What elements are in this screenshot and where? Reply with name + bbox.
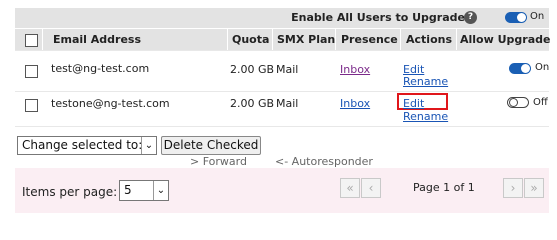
change-selected-label: Change selected to: [22,138,143,152]
rename-link[interactable]: Rename [403,75,448,88]
change-selected-dropdown[interactable]: Change selected to: ⌄ [17,136,157,155]
row-checkbox[interactable] [25,99,38,112]
enable-all-upgrade-toggle[interactable] [505,12,527,23]
items-per-page-label: Items per page: [22,185,118,199]
allow-upgrade-label: On [535,62,550,73]
col-smx-plan[interactable]: SMX Plan [277,33,335,46]
edit-link[interactable]: Edit [403,97,424,110]
quota-cell: 2.00 GB [230,63,275,76]
items-per-page-value: 5 [124,183,132,197]
email-cell: test@ng-test.com [51,62,150,75]
enable-upgrade-label: Enable All Users to Upgrade [291,11,465,24]
plan-cell: Mail [276,97,299,110]
help-icon[interactable]: ? [464,11,477,24]
col-email[interactable]: Email Address [53,33,141,46]
allow-upgrade-toggle[interactable] [509,63,531,74]
col-quota[interactable]: Quota [232,33,269,46]
allow-upgrade-toggle[interactable] [507,97,529,108]
first-page-button[interactable]: « [340,178,360,198]
plan-cell: Mail [276,63,299,76]
last-page-button[interactable]: » [524,178,544,198]
forward-note: > Forward [190,155,247,168]
row-checkbox[interactable] [25,65,38,78]
enable-all-toggle-label: On [530,11,545,22]
quota-cell: 2.00 GB [230,97,275,110]
prev-page-button[interactable]: ‹ [361,178,381,198]
select-all-checkbox[interactable] [25,34,38,47]
items-per-page-select[interactable]: 5 ⌄ [119,180,169,201]
allow-upgrade-label: Off [533,97,548,108]
col-actions: Actions [406,33,452,46]
next-page-button[interactable]: › [503,178,523,198]
autoresponder-note: <- Autoresponder [275,155,373,168]
rename-link[interactable]: Rename [403,110,448,123]
page-info: Page 1 of 1 [413,181,475,194]
col-presence: Presence [341,33,398,46]
chevron-down-icon: ⌄ [141,137,156,154]
chevron-down-icon: ⌄ [153,181,168,200]
inbox-link[interactable]: Inbox [340,97,370,110]
email-cell: testone@ng-test.com [51,97,170,110]
delete-checked-button[interactable]: Delete Checked [161,136,261,155]
col-allow-upgrade: Allow Upgrade [460,33,551,46]
inbox-link[interactable]: Inbox [340,63,370,76]
